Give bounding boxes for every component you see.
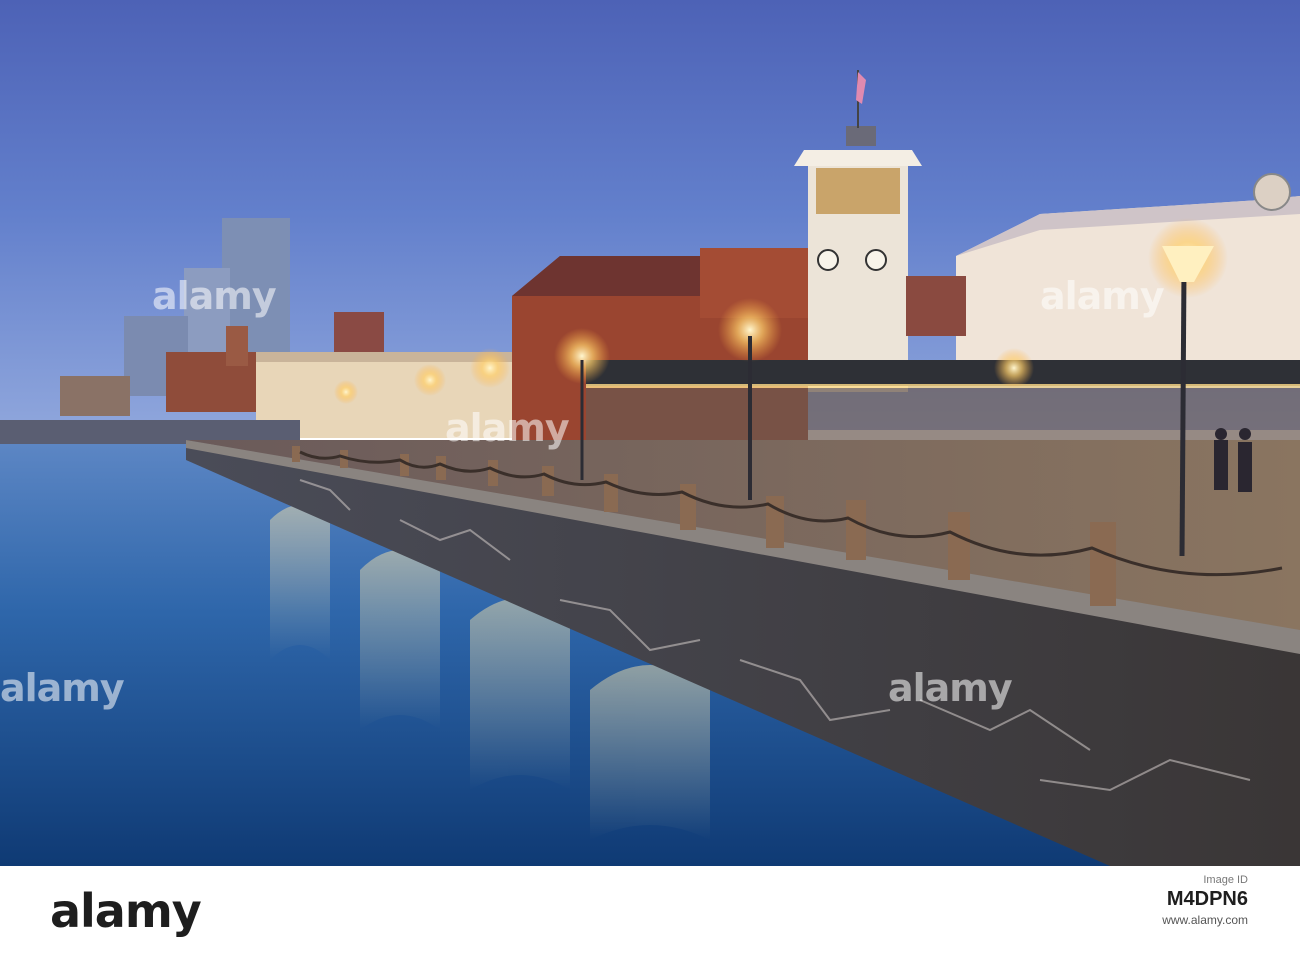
- image-id-label: Image ID: [1203, 874, 1248, 886]
- watermark-right: alamy: [888, 666, 1013, 710]
- watermark-upper-right: alamy: [1040, 274, 1165, 318]
- image-id-block: Image ID M4DPN6 www.alamy.com: [1162, 874, 1248, 927]
- photo-scene: [0, 0, 1300, 866]
- image-id: M4DPN6: [1166, 888, 1248, 910]
- watermark-center-top: alamy: [445, 406, 570, 450]
- watermark-left: alamy: [0, 666, 125, 710]
- watermark-upper-left: alamy: [152, 274, 277, 318]
- alamy-logo[interactable]: alamy: [50, 884, 202, 938]
- footer-bar: alamy Image ID M4DPN6 www.alamy.com: [0, 866, 1300, 956]
- site-url[interactable]: www.alamy.com: [1162, 913, 1248, 927]
- stock-photo: [0, 0, 1300, 866]
